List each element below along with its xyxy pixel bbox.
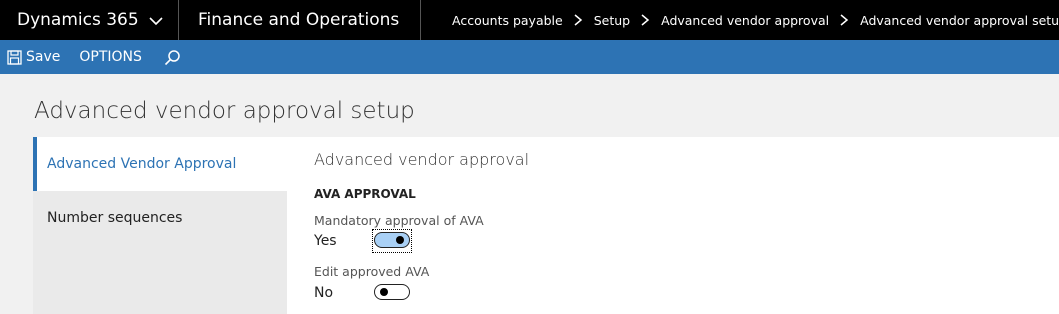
save-label: Save [26,49,61,65]
app-name: Dynamics 365 [17,10,139,30]
nav-item-advanced-vendor-approval[interactable]: Advanced Vendor Approval [33,137,287,191]
section-nav: Advanced Vendor Approval Number sequence… [33,137,287,314]
toggle-knob [380,288,388,296]
mandatory-approval-toggle[interactable] [374,232,410,248]
field-label-mandatory-approval: Mandatory approval of AVA [314,213,484,228]
field-value-mandatory-approval: Yes [314,233,337,249]
content-panel: Advanced vendor approval AVA APPROVAL Ma… [287,137,1059,314]
search-button[interactable] [164,49,181,66]
options-button[interactable]: OPTIONS [79,49,142,65]
search-icon [164,49,180,65]
breadcrumb: Accounts payable Setup Advanced vendor a… [420,0,1059,40]
page-title: Advanced vendor approval setup [34,98,415,124]
section-title: Advanced vendor approval [314,150,530,169]
group-header: AVA APPROVAL [314,187,416,201]
nav-item-label: Advanced Vendor Approval [47,156,237,172]
save-icon [7,49,22,65]
breadcrumb-item[interactable]: Accounts payable [452,13,563,28]
chevron-right-icon [573,14,583,26]
top-navigation-bar: Dynamics 365 Finance and Operations Acco… [0,0,1059,40]
breadcrumb-item[interactable]: Setup [594,13,630,28]
edit-approved-toggle[interactable] [374,284,410,300]
action-bar: Save OPTIONS [0,40,1059,74]
field-label-edit-approved: Edit approved AVA [314,264,430,279]
breadcrumb-item[interactable]: Advanced vendor approval setup [860,13,1059,28]
nav-item-number-sequences[interactable]: Number sequences [33,191,287,245]
chevron-right-icon [640,14,650,26]
chevron-down-icon [149,13,163,27]
app-switcher[interactable]: Dynamics 365 [0,0,178,40]
module-name[interactable]: Finance and Operations [179,0,419,40]
save-button[interactable]: Save [0,49,60,65]
chevron-right-icon [839,14,849,26]
breadcrumb-item[interactable]: Advanced vendor approval [661,13,829,28]
field-value-edit-approved: No [314,285,334,301]
nav-item-label: Number sequences [47,210,183,226]
toggle-knob [396,236,404,244]
